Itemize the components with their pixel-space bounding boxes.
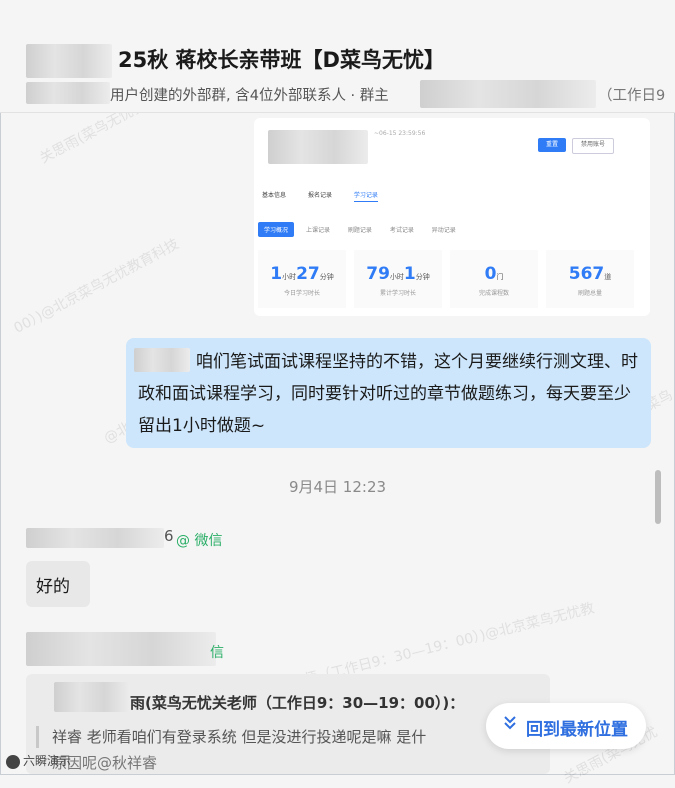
image-primary-button: 重置 (538, 138, 566, 152)
stat-unit: 分钟 (415, 273, 430, 281)
header-divider (0, 112, 675, 113)
sender-name[interactable]: 6 (164, 527, 174, 545)
redacted-block (420, 80, 596, 108)
double-chevron-down-icon (502, 713, 518, 738)
group-title[interactable]: 25秋 蒋校长亲带班【D菜鸟无忧】 (118, 44, 445, 74)
image-date: ~06-15 23:59:56 (374, 130, 426, 137)
stat-unit: 道 (604, 273, 612, 281)
stat-value: 0 (484, 264, 497, 284)
corner-badge: 六瞬演示 (6, 752, 71, 769)
stat-card: 0门 完成课程数 (450, 250, 538, 308)
redacted-sender-name (26, 632, 216, 666)
message-timestamp: 9月4日 12:23 (288, 478, 387, 496)
stat-unit: 小时 (389, 273, 404, 281)
stat-value: 1 (270, 264, 283, 284)
quote-body: 祥睿 老师看咱们有登录系统 但是没进行投递呢是嘛 是什 (52, 728, 427, 746)
stat-unit: 门 (496, 273, 504, 281)
badge-icon (6, 754, 20, 769)
jump-to-latest-label: 回到最新位置 (526, 720, 628, 740)
image-subtab-active: 学习概况 (258, 222, 295, 237)
stat-label: 今日学习时长 (283, 290, 320, 297)
image-subtab: 上课记录 (305, 227, 330, 234)
jump-to-latest-button[interactable]: 回到最新位置 (486, 703, 646, 749)
stat-card: 1小时27分钟 今日学习时长 (258, 250, 346, 308)
image-tabs: 基本信息 报名记录 学习记录 (262, 190, 398, 202)
stat-label: 完成课程数 (478, 290, 509, 297)
image-tab-active: 学习记录 (353, 192, 378, 202)
image-tab: 基本信息 (262, 192, 287, 199)
message-text: 咱们笔试面试课程坚持的不错，这个月要继续行测文理、时政和面试课程学习，同时要针对… (138, 352, 638, 436)
stat-value: 1 (403, 264, 416, 284)
scrollbar-thumb[interactable] (655, 470, 661, 524)
stat-value: 79 (366, 264, 390, 284)
redacted-block (26, 82, 110, 104)
stat-label: 刷题总量 (577, 290, 602, 297)
image-secondary-button: 禁用账号 (572, 138, 614, 154)
redacted-block (54, 682, 130, 712)
wechat-source-label: 信 (210, 645, 224, 661)
group-subtitle: 用户创建的外部群, 含4位外部联系人 · 群主 (110, 88, 389, 104)
outgoing-message-bubble[interactable]: 咱们笔试面试课程坚持的不错，这个月要继续行测文理、时政和面试课程学习，同时要针对… (126, 338, 651, 448)
incoming-message-bubble[interactable]: 好的 (26, 561, 90, 607)
image-subtab: 刷题记录 (347, 227, 372, 234)
stat-unit: 分钟 (319, 273, 334, 281)
redacted-sender-name (26, 528, 164, 548)
quote-header: 雨(菜鸟无忧关老师（工作日9：30—19：00）)： (130, 694, 465, 712)
image-stats: 1小时27分钟 今日学习时长 79小时1分钟 累计学习时长 0门 完成课程数 5… (258, 250, 634, 308)
stat-value: 27 (296, 264, 320, 284)
image-subtab: 考试记录 (389, 227, 414, 234)
wechat-source-label: @ 微信 (176, 533, 223, 549)
message-text: 好的 (36, 577, 70, 597)
quote-bar (36, 726, 39, 748)
image-message[interactable]: ~06-15 23:59:56 重置 禁用账号 基本信息 报名记录 学习记录 学… (254, 118, 650, 316)
stat-label: 累计学习时长 (379, 290, 416, 297)
chat-header: 25秋 蒋校长亲带班【D菜鸟无忧】 用户创建的外部群, 含4位外部联系人 · 群… (0, 0, 675, 112)
image-subtabs: 学习概况 上课记录 刷题记录 考试记录 异动记录 (254, 222, 462, 237)
stat-card: 79小时1分钟 累计学习时长 (354, 250, 442, 308)
group-owner-note: （工作日9 (598, 88, 666, 104)
stat-value: 567 (568, 264, 605, 284)
stat-unit: 小时 (282, 273, 297, 281)
quoted-reply-bubble[interactable]: 雨(菜鸟无忧关老师（工作日9：30—19：00）)： 祥睿 老师看咱们有登录系统… (26, 674, 550, 774)
redacted-block (268, 130, 368, 164)
image-tab: 报名记录 (307, 192, 332, 199)
stat-card: 567道 刷题总量 (546, 250, 634, 308)
corner-badge-text: 六瞬演示 (23, 754, 72, 768)
image-subtab: 异动记录 (431, 227, 456, 234)
redacted-block (26, 44, 112, 78)
